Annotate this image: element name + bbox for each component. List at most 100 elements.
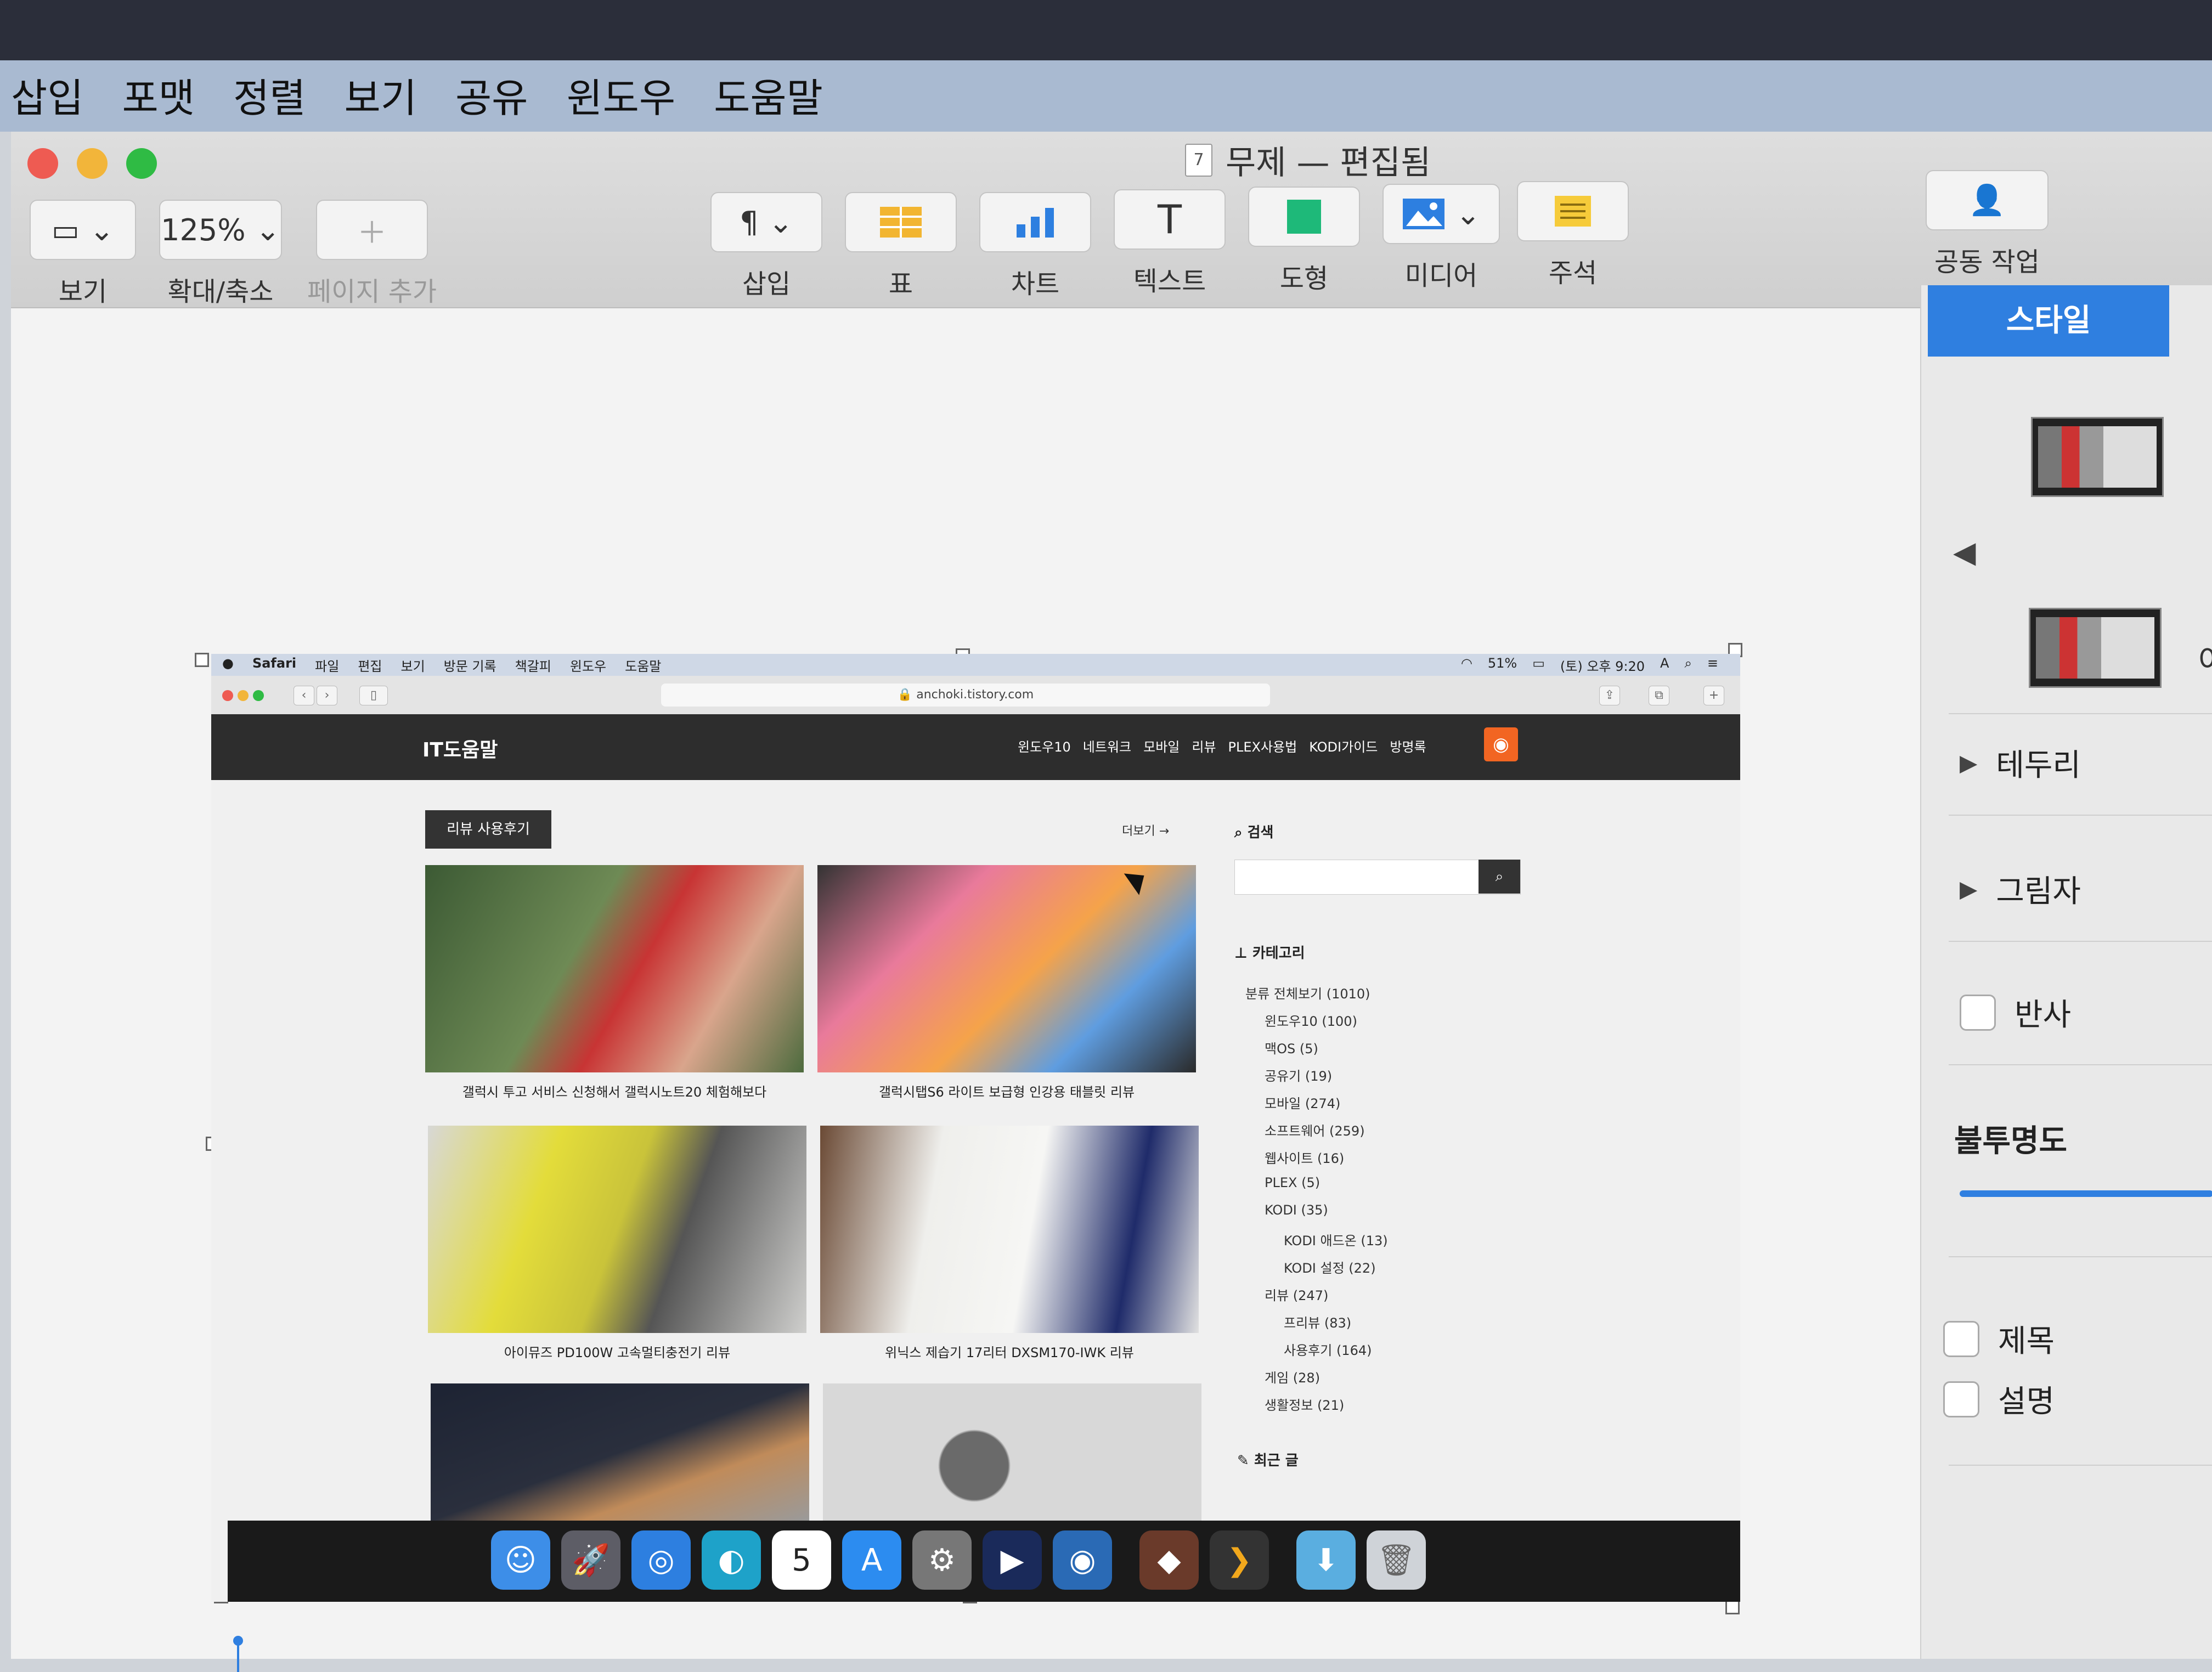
divider [1949,815,2212,816]
title-row[interactable]: 제목 [1943,1317,2055,1361]
launchpad-icon: 🚀 [561,1530,620,1590]
title-checkbox[interactable] [1943,1320,1979,1357]
shape-control[interactable]: 도형 [1248,187,1360,295]
pages-window: 7 무제 — 편집됨 ▭ ⌄ 보기 125% ⌄ 확대/축소 ＋ 페이지 추가 ¶ ⌄ [11,132,2212,1672]
menu-view[interactable]: 보기 [344,66,416,123]
post-caption: 갤럭시탭S6 라이트 보급형 인강용 태블릿 리뷰 [878,1084,1135,1100]
menu-insert[interactable]: 삽입 [11,66,83,123]
category-item: PLEX (5) [1265,1175,1321,1190]
border-section[interactable]: ▶ 테두리 [1960,741,2081,785]
collaborate-button[interactable]: 👤 [1926,170,2049,230]
view-label: 보기 [58,276,108,307]
embedded-screenshot[interactable]: ● Safari 파일 편집 보기 방문 기록 책갈피 윈도우 도움말 ◠ 51… [211,654,1740,1602]
embedded-minimize-dot [238,690,249,701]
category-item: KODI (35) [1265,1202,1328,1218]
embedded-address-bar: 🔒 anchoki.tistory.com [661,684,1270,707]
app-store-icon: A [842,1530,901,1590]
selection-handle[interactable] [1725,1600,1740,1614]
insert-button[interactable]: ¶ ⌄ [710,192,822,252]
border-label: 테두리 [1996,748,2081,783]
close-button[interactable] [27,148,58,179]
zoom-label: 확대/축소 [167,276,274,307]
view-button[interactable]: ▭ ⌄ [30,200,136,260]
insertion-pin-stem [237,1645,239,1672]
style-preset-thumbnail[interactable] [2029,608,2162,688]
comment-button[interactable] [1517,181,1629,241]
chevron-left-icon[interactable]: ◀ [1953,535,1976,569]
chart-control[interactable]: 차트 [979,192,1091,301]
text-button[interactable]: T [1114,189,1226,250]
comment-control[interactable]: 주석 [1517,181,1629,290]
media-button[interactable]: ⌄ [1383,184,1500,244]
opacity-slider[interactable] [1960,1190,2212,1197]
text-control[interactable]: T 텍스트 [1114,189,1226,298]
chart-button[interactable] [979,192,1091,252]
blog-nav-item: 모바일 [1143,739,1180,755]
category-item: 프리뷰 (83) [1284,1315,1352,1331]
insert-label: 삽입 [742,269,791,300]
post-thumbnail [817,865,1196,1072]
shadow-section[interactable]: ▶ 그림자 [1960,867,2081,911]
embedded-dock: ☺ 🚀 ◎ ◐ 5 A ⚙ ▶ ◉ ◆ ❯ ⬇ 🗑 [228,1521,1740,1602]
sitemap-icon: ⊥ [1234,945,1248,962]
menu-window[interactable]: 윈도우 [566,66,675,123]
pilcrow-icon: ¶ [740,205,759,240]
menu-arrange[interactable]: 정렬 [233,66,306,123]
tab-style[interactable]: 스타일 [1928,285,2169,357]
format-inspector: 스타일 ◀ 이 ▶ 테두리 ▶ 그림자 반사 불투명도 제목 설명 [1920,285,2212,1659]
caption-checkbox[interactable] [1943,1381,1979,1417]
chevron-down-icon: ⌄ [1455,196,1481,231]
plex-icon: ❯ [1210,1530,1269,1590]
category-item: 사용후기 (164) [1284,1343,1372,1358]
view-control[interactable]: ▭ ⌄ 보기 [30,200,136,308]
shape-button[interactable] [1248,187,1360,247]
post-caption: 위닉스 제습기 17리터 DXSM170-IWK 리뷰 [885,1345,1134,1360]
collaborate-control[interactable]: 👤 공동 작업 [1926,170,2049,279]
post-caption: 갤럭시 투고 서비스 신청해서 갤럭시노트20 체험해보다 [462,1084,767,1100]
insert-control[interactable]: ¶ ⌄ 삽입 [710,192,822,301]
text-t-icon: T [1158,196,1182,242]
system-preferences-icon: ⚙ [912,1530,972,1590]
post-thumbnail [820,1126,1199,1333]
embedded-zoom-dot [253,690,264,701]
zoom-control[interactable]: 125% ⌄ 확대/축소 [159,200,282,308]
title-toolbar: 7 무제 — 편집됨 ▭ ⌄ 보기 125% ⌄ 확대/축소 ＋ 페이지 추가 ¶ ⌄ [11,132,2212,308]
zoom-select[interactable]: 125% ⌄ [159,200,282,260]
media-control[interactable]: ⌄ 미디어 [1383,184,1500,292]
add-person-icon: 👤 [1968,183,2006,217]
search-title-text: 검색 [1247,824,1274,841]
embedded-menu-item: 책갈피 [515,658,551,674]
category-item: 윈도우10 (100) [1265,1014,1357,1029]
chevron-down-icon: ⌄ [255,212,280,247]
comment-label: 주석 [1548,258,1598,289]
post-thumbnail [431,1383,809,1521]
reflection-row[interactable]: 반사 [1960,990,2071,1035]
add-page-button[interactable]: ＋ [316,200,428,260]
menu-format[interactable]: 포맷 [122,66,194,123]
caption-row[interactable]: 설명 [1943,1377,2055,1421]
table-control[interactable]: 표 [845,192,957,301]
post-card [823,1383,1201,1521]
minimize-button[interactable] [77,148,108,179]
table-button[interactable] [845,192,957,252]
opacity-label: 불투명도 [1954,1123,2068,1159]
embedded-menu-item: 편집 [358,658,382,674]
add-page-control[interactable]: ＋ 페이지 추가 [307,200,437,308]
style-preset-thumbnail[interactable] [2031,417,2164,497]
forward-icon: › [317,686,337,705]
chevron-down-icon: ⌄ [89,212,115,247]
menu-help[interactable]: 도움말 [714,66,823,123]
menu-share[interactable]: 공유 [455,66,528,123]
reflection-checkbox[interactable] [1960,994,1996,1031]
post-thumbnail [428,1126,806,1333]
post-card: 아이뮤즈 PD100W 고속멀티충전기 리뷰 [428,1126,806,1361]
embedded-menubar: ● Safari 파일 편집 보기 방문 기록 책갈피 윈도우 도움말 ◠ 51… [211,654,1740,676]
zoom-button[interactable] [126,148,157,179]
selection-handle[interactable] [195,653,209,667]
disclosure-triangle-icon: ▶ [1960,749,1978,776]
category-item: 게임 (28) [1265,1370,1321,1386]
document-title: 7 무제 — 편집됨 [1185,136,1431,184]
search-icon: ⌕ [1684,655,1692,671]
bar-chart-icon [1017,208,1054,238]
divider [1949,1256,2212,1257]
